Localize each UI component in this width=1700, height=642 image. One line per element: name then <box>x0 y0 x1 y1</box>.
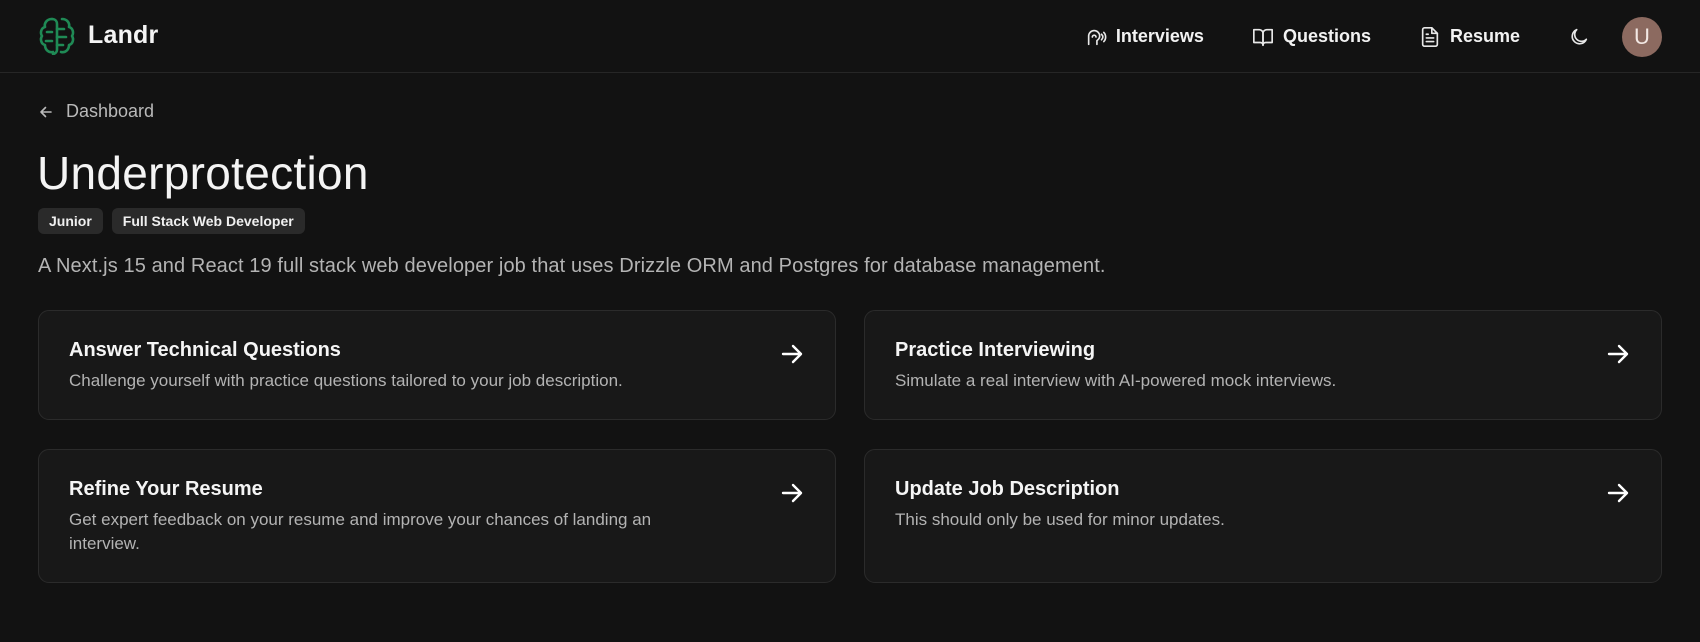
interview-speech-icon <box>1087 29 1107 45</box>
card-title: Update Job Description <box>895 478 1120 500</box>
card-title: Answer Technical Questions <box>69 339 341 361</box>
brand-link[interactable]: Landr <box>38 14 158 56</box>
arrow-left-icon <box>40 106 52 117</box>
user-avatar[interactable]: U <box>1622 16 1662 57</box>
brand-name: Landr <box>88 20 159 49</box>
card-subtitle: Challenge yourself with practice questio… <box>69 371 623 390</box>
top-navbar: Landr Interviews Questions Resume U <box>0 0 1700 73</box>
nav-label-resume: Resume <box>1449 26 1520 46</box>
arrow-right-icon <box>781 483 803 503</box>
answer-questions-card[interactable]: Answer Technical Questions Challenge you… <box>38 310 836 420</box>
nav-item-interviews[interactable]: Interviews <box>1085 26 1204 48</box>
arrow-right-icon <box>781 344 803 364</box>
arrow-right-icon <box>1607 344 1629 364</box>
theme-toggle-button[interactable] <box>1568 26 1590 48</box>
nav-item-questions[interactable]: Questions <box>1252 26 1371 48</box>
book-open-icon <box>1252 28 1273 46</box>
card-subtitle: This should only be used for minor updat… <box>895 510 1225 529</box>
arrow-right-icon <box>1607 483 1629 503</box>
card-subtitle: Get expert feedback on your resume and i… <box>69 510 652 553</box>
page-title: Underprotection <box>37 147 369 199</box>
practice-interviewing-card[interactable]: Practice Interviewing Simulate a real in… <box>864 310 1662 420</box>
role-badge: Full Stack Web Developer <box>111 208 305 234</box>
back-to-dashboard-link[interactable]: Dashboard <box>38 101 154 122</box>
refine-resume-card[interactable]: Refine Your Resume Get expert feedback o… <box>38 449 836 583</box>
nav-label-interviews: Interviews <box>1115 26 1204 46</box>
job-description: A Next.js 15 and React 19 full stack web… <box>38 255 1106 277</box>
back-link-label: Dashboard <box>66 101 155 121</box>
card-title: Practice Interviewing <box>895 339 1096 361</box>
file-text-icon <box>1421 26 1439 47</box>
job-badges: Junior Full Stack Web Developer <box>38 208 305 234</box>
update-job-description-card[interactable]: Update Job Description This should only … <box>864 449 1662 583</box>
moon-icon <box>1571 28 1588 45</box>
card-title: Refine Your Resume <box>69 478 263 500</box>
experience-badge: Junior <box>38 208 103 234</box>
brain-icon <box>39 17 75 55</box>
card-subtitle: Simulate a real interview with AI-powere… <box>895 371 1337 390</box>
main-nav: Interviews Questions Resume U <box>1085 0 1700 73</box>
nav-label-questions: Questions <box>1282 26 1371 46</box>
nav-item-resume[interactable]: Resume <box>1419 26 1520 48</box>
